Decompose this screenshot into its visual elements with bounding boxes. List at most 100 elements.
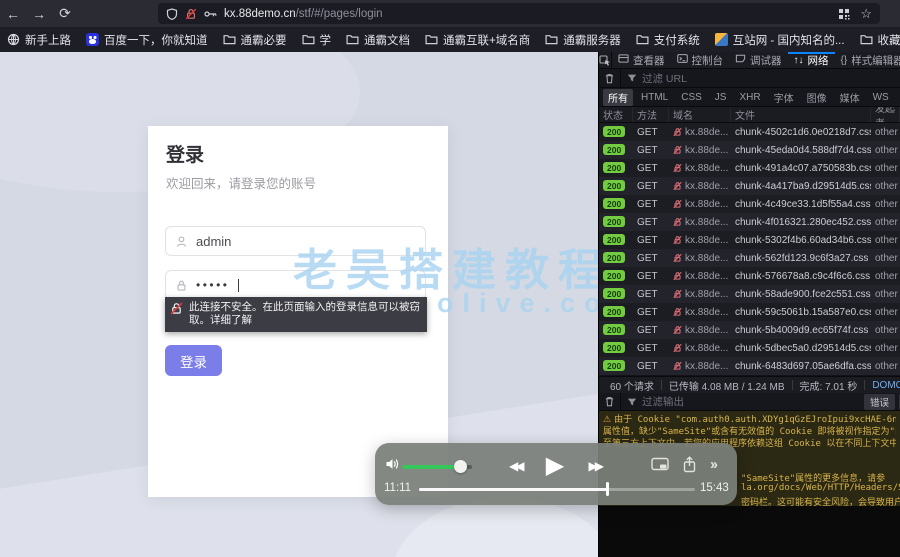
request-type-tab[interactable]: 图像 (802, 89, 832, 106)
status-badge: 200 (603, 216, 626, 228)
devtools-tab-inspector[interactable]: 查看器 (612, 52, 671, 68)
current-time: 11:11 (384, 482, 412, 494)
picture-in-picture-icon[interactable] (651, 457, 669, 472)
insecure-lock-icon[interactable] (185, 8, 197, 20)
request-type-tab[interactable]: XHR (734, 91, 765, 104)
forward-icon[interactable]: → (26, 6, 52, 22)
request-initiator: other (875, 144, 898, 156)
network-request-row[interactable]: 200 GET kx.88de... chunk-4c49ce33.1d5f55… (599, 195, 900, 213)
bookmark-item[interactable]: 支付系统 (636, 32, 700, 48)
request-type-tab[interactable]: CSS (676, 91, 707, 104)
clear-requests-icon[interactable] (599, 69, 621, 87)
network-request-row[interactable]: 200 GET kx.88de... chunk-5b4009d9.ec65f7… (599, 321, 900, 339)
request-file: chunk-4f016321.280ec452.css (735, 216, 871, 228)
domcontentloaded-time: DOMConte (872, 379, 900, 391)
bookmark-item[interactable]: 通霸服务器 (545, 32, 621, 48)
devtools-tab-style[interactable]: {} 样式编辑器 (835, 52, 900, 68)
request-method: GET (637, 288, 658, 300)
bookmark-item[interactable]: 通霸文档 (346, 32, 410, 48)
bookmark-label: 支付系统 (653, 34, 700, 47)
clear-console-icon[interactable] (599, 393, 621, 410)
bookmark-item[interactable]: 互站网 - 国内知名的... (714, 32, 845, 48)
bookmark-item[interactable]: 通霸必要 (222, 32, 287, 48)
rewind-button[interactable]: ◀◀ (509, 459, 525, 473)
more-controls-icon[interactable]: ›› (710, 456, 718, 473)
progress-bar[interactable] (419, 488, 695, 491)
back-icon[interactable]: ← (0, 6, 26, 22)
devtools-tab-debugger[interactable]: 调试器 (729, 52, 788, 68)
request-initiator: other (875, 342, 898, 354)
status-badge: 200 (603, 306, 626, 318)
column-status[interactable]: 状态 (599, 107, 633, 122)
element-picker-icon[interactable] (599, 52, 612, 68)
console-warning-line: 属性值，缺少"SameSite"或含有无效值的 Cookie 即将被视作指定为"… (603, 427, 896, 437)
network-request-row[interactable]: 200 GET kx.88de... chunk-4502c1d6.0e0218… (599, 123, 900, 141)
errors-filter-button[interactable]: 错误 (863, 393, 895, 410)
network-request-row[interactable]: 200 GET kx.88de... chunk-58ade900.fce2c5… (599, 285, 900, 303)
request-file: chunk-4a417ba9.d29514d5.css (735, 180, 871, 192)
network-request-row[interactable]: 200 GET kx.88de... chunk-491a4c07.a75058… (599, 159, 900, 177)
speaker-icon[interactable] (385, 456, 401, 472)
request-type-tab[interactable]: 字体 (769, 89, 799, 106)
network-request-row[interactable]: 200 GET kx.88de... chunk-5dbec5a0.d29514… (599, 339, 900, 357)
request-file: chunk-4c49ce33.1d5f55a4.css (735, 198, 871, 210)
request-type-tab[interactable]: WS (868, 91, 894, 104)
folder-icon (425, 33, 438, 46)
request-type-tab[interactable]: 媒体 (835, 89, 865, 106)
fast-forward-button[interactable]: ▶▶ (589, 459, 605, 473)
insecure-lock-icon (673, 289, 682, 299)
network-request-row[interactable]: 200 GET kx.88de... chunk-576678a8.c9c4f6… (599, 267, 900, 285)
request-file: chunk-6483d697.05ae6dfa.css (735, 360, 871, 372)
transferred-size: 已传输 4.08 MB / 1.24 MB (668, 381, 785, 393)
column-initiator[interactable]: 发起者 (871, 107, 900, 122)
url-bar[interactable]: kx.88demo.cn/stf/#/pages/login ☆ (158, 3, 880, 24)
bookmark-item[interactable]: 新手上路 (7, 32, 71, 48)
request-type-tab[interactable]: HTML (636, 91, 673, 104)
request-method: GET (637, 198, 658, 210)
text-caret (237, 278, 239, 292)
request-type-tab[interactable]: JS (710, 91, 732, 104)
funnel-icon (627, 74, 637, 82)
insecure-lock-icon (673, 163, 682, 173)
column-domain[interactable]: 域名 (669, 107, 731, 122)
request-domain: kx.88de... (685, 288, 729, 300)
network-request-row[interactable]: 200 GET kx.88de... chunk-562fd123.9c6f3a… (599, 249, 900, 267)
request-domain: kx.88de... (685, 234, 729, 246)
login-button[interactable]: 登录 (165, 345, 222, 376)
shield-icon[interactable] (166, 7, 178, 20)
devtools-tab-console[interactable]: 控制台 (671, 52, 730, 68)
folder-icon (636, 33, 649, 46)
volume-knob[interactable] (454, 460, 467, 473)
request-file: chunk-5302f4b6.60ad34b6.css (735, 234, 871, 246)
bookmark-star-icon[interactable]: ☆ (860, 6, 872, 22)
qr-code-icon[interactable] (838, 8, 850, 20)
bookmark-item[interactable]: 收藏夹栏 (860, 32, 900, 48)
insecure-warning-text[interactable]: 此连接不安全。在此页面输入的登录信息可以被窃取。详细了解 (189, 301, 420, 326)
bookmark-item[interactable]: 通霸互联+域名商 (425, 32, 530, 48)
bookmark-item[interactable]: 学 (301, 32, 331, 48)
key-icon[interactable] (204, 8, 217, 20)
video-player-controls[interactable]: ◀◀ ▶ ▶▶ ›› 11:11 15:43 (375, 443, 737, 505)
share-icon[interactable] (682, 456, 697, 473)
url-text: kx.88demo.cn/stf/#/pages/login (224, 7, 383, 20)
request-type-tab[interactable]: 所有 (603, 88, 633, 106)
request-method: GET (637, 252, 658, 264)
network-request-row[interactable]: 200 GET kx.88de... chunk-4f016321.280ec4… (599, 213, 900, 231)
folder-icon (222, 33, 236, 46)
progress-marker[interactable] (606, 482, 609, 496)
network-request-row[interactable]: 200 GET kx.88de... chunk-5302f4b6.60ad34… (599, 231, 900, 249)
url-filter-input[interactable]: 过滤 URL (621, 69, 900, 87)
devtools-tab-network[interactable]: ↑↓ 网络 (788, 52, 835, 68)
play-button[interactable]: ▶ (546, 451, 564, 481)
network-request-row[interactable]: 200 GET kx.88de... chunk-4a417ba9.d29514… (599, 177, 900, 195)
column-method[interactable]: 方法 (633, 107, 669, 122)
console-filter-input[interactable]: 过滤输出 (621, 393, 864, 410)
bookmark-label: 通霸互联+域名商 (443, 34, 531, 47)
network-request-row[interactable]: 200 GET kx.88de... chunk-59c5061b.15a587… (599, 303, 900, 321)
request-count: 60 个请求 (610, 381, 654, 393)
reload-icon[interactable]: ⟳ (52, 5, 78, 22)
network-request-row[interactable]: 200 GET kx.88de... chunk-45eda0d4.588df7… (599, 141, 900, 159)
network-request-row[interactable]: 200 GET kx.88de... chunk-6483d697.05ae6d… (599, 357, 900, 375)
column-file[interactable]: 文件 (731, 107, 871, 122)
bookmark-item[interactable]: 百度一下，你就知道 (86, 32, 208, 48)
